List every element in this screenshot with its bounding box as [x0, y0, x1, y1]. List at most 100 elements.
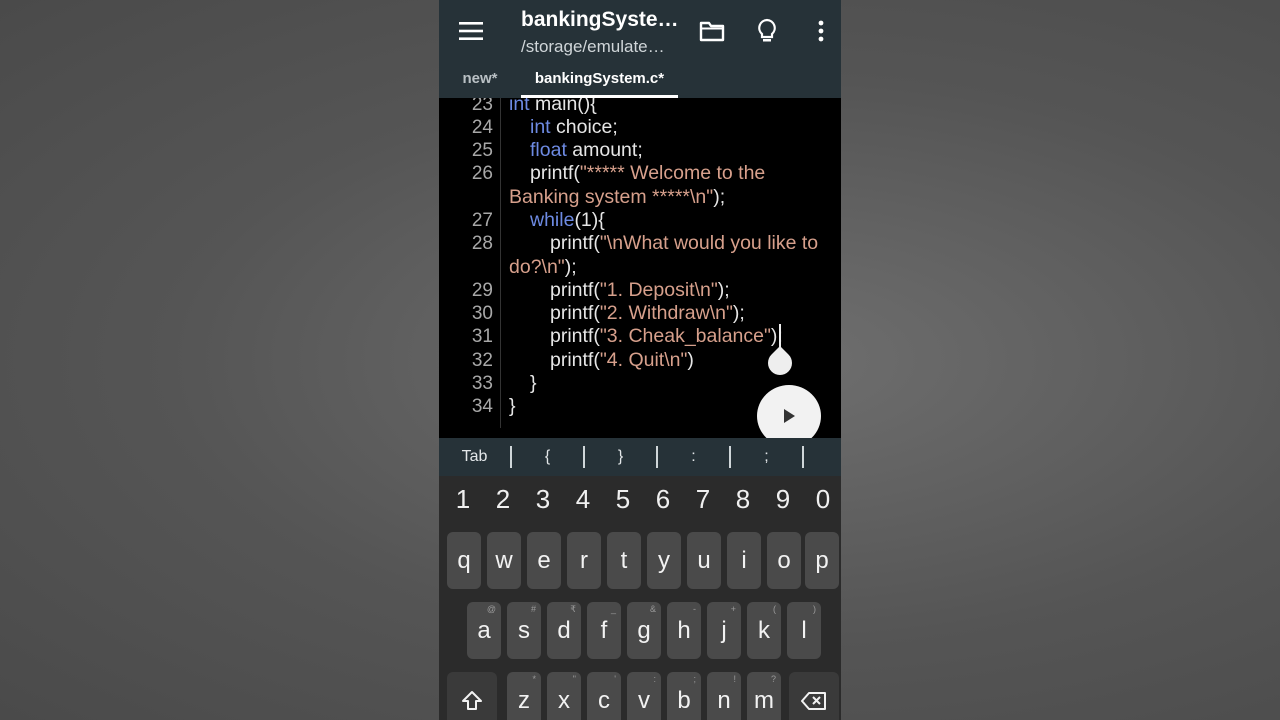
code-line: Banking system *****\n");	[509, 186, 725, 209]
key-k[interactable]: (k	[747, 602, 781, 659]
code-text: );	[717, 279, 730, 301]
key-p[interactable]: p	[805, 532, 839, 589]
key-m[interactable]: ? m	[747, 672, 781, 720]
key-f[interactable]: _ f	[587, 602, 621, 659]
key-1[interactable]: 1	[443, 484, 483, 515]
key-d[interactable]: ₹ d	[547, 602, 581, 659]
key-2[interactable]: 2	[483, 484, 523, 515]
key-c[interactable]: ' c	[587, 672, 621, 720]
key-l[interactable]: ) l	[787, 602, 821, 659]
symbol-key-close-brace[interactable]: }	[585, 446, 658, 468]
key-i[interactable]: i	[727, 532, 761, 589]
key-a[interactable]: @ a	[467, 602, 501, 659]
key-label: g	[637, 617, 651, 644]
key-u[interactable]: u	[687, 532, 721, 589]
symbol-key-open-brace[interactable]: {	[512, 446, 585, 468]
code-string: "\nWhat would you like to	[599, 232, 819, 254]
key-5[interactable]: 5	[603, 484, 643, 515]
key-r[interactable]: r	[567, 532, 601, 589]
key-b[interactable]: ; b	[667, 672, 701, 720]
code-text: printf(	[550, 349, 600, 371]
key-hint: @	[486, 604, 496, 614]
menu-button[interactable]	[453, 14, 489, 48]
key-q[interactable]: q	[447, 532, 481, 589]
key-9[interactable]: 9	[763, 484, 803, 515]
key-7[interactable]: 7	[683, 484, 723, 515]
code-string: "3. Cheak_balance"	[599, 325, 771, 347]
key-label: c	[598, 687, 610, 714]
key-n[interactable]: ! n	[707, 672, 741, 720]
key-g[interactable]: & g	[627, 602, 661, 659]
code-line: printf("1. Deposit\n");	[550, 279, 730, 302]
key-label: l	[801, 617, 807, 644]
key-hint: *	[532, 674, 536, 684]
code-editor[interactable]: 23 24 25 26 27 28 29 30 31 32 33 34 int …	[439, 98, 841, 438]
code-keyword: float	[530, 139, 567, 161]
cursor-handle[interactable]	[763, 346, 797, 380]
key-label: h	[677, 617, 691, 644]
code-line: printf("\nWhat would you like to	[550, 232, 818, 255]
tab-banking-system[interactable]: bankingSystem.c*	[521, 70, 678, 98]
key-z[interactable]: * z	[507, 672, 541, 720]
key-4[interactable]: 4	[563, 484, 603, 515]
code-keyword: int	[509, 98, 530, 115]
key-0[interactable]: 0	[803, 484, 841, 515]
key-label: n	[717, 687, 731, 714]
text-cursor	[779, 324, 781, 348]
backspace-icon	[801, 692, 826, 710]
symbol-bar: Tab { } : ;	[439, 438, 841, 476]
key-label: j	[721, 617, 727, 644]
key-hint: "	[572, 674, 576, 684]
symbol-key-colon[interactable]: :	[658, 446, 731, 468]
code-text: printf(	[550, 325, 600, 347]
key-hint: #	[530, 604, 536, 614]
key-label: a	[477, 617, 491, 644]
shift-key[interactable]	[447, 672, 497, 720]
key-6[interactable]: 6	[643, 484, 683, 515]
code-text: amount;	[566, 139, 643, 161]
code-text: );	[732, 302, 745, 324]
code-text: );	[713, 186, 726, 208]
code-keyword: while	[530, 209, 575, 231]
key-t[interactable]: t	[607, 532, 641, 589]
line-number: 28	[471, 233, 493, 254]
key-o[interactable]: o	[767, 532, 801, 589]
open-folder-button[interactable]	[694, 16, 730, 46]
tab-new[interactable]: new*	[453, 70, 507, 98]
run-button[interactable]	[757, 385, 821, 438]
key-label: d	[557, 617, 571, 644]
symbol-key-semicolon[interactable]: ;	[731, 446, 804, 468]
key-x[interactable]: " x	[547, 672, 581, 720]
code-line: printf("3. Cheak_balance");	[550, 325, 783, 348]
play-icon	[784, 409, 795, 423]
key-v[interactable]: :v	[627, 672, 661, 720]
line-number: 34	[471, 396, 493, 417]
app-bar: bankingSyste… /storage/emulate… new* ban…	[439, 0, 841, 98]
key-e[interactable]: e	[527, 532, 561, 589]
hint-button[interactable]	[749, 14, 785, 48]
key-label: s	[518, 617, 530, 644]
code-keyword: int	[530, 116, 551, 138]
symbol-key-tab[interactable]: Tab	[439, 446, 512, 468]
code-line: int main(){	[509, 98, 597, 116]
hamburger-icon	[459, 22, 483, 40]
key-s[interactable]: # s	[507, 602, 541, 659]
key-label: k	[758, 617, 770, 644]
key-w[interactable]: w	[487, 532, 521, 589]
key-3[interactable]: 3	[523, 484, 563, 515]
line-number: 27	[471, 210, 493, 231]
key-j[interactable]: + j	[707, 602, 741, 659]
shift-icon	[462, 691, 482, 710]
code-line: }	[509, 395, 516, 417]
key-8[interactable]: 8	[723, 484, 763, 515]
key-hint: :	[653, 674, 656, 684]
key-y[interactable]: y	[647, 532, 681, 589]
key-h[interactable]: -h	[667, 602, 701, 659]
backspace-key[interactable]	[789, 672, 839, 720]
code-text: choice;	[550, 116, 618, 138]
code-string: do?\n"	[509, 256, 565, 278]
more-options-button[interactable]	[803, 14, 839, 48]
more-vert-icon	[818, 20, 824, 42]
code-text: )	[687, 349, 694, 371]
code-line: while(1){	[530, 209, 605, 232]
